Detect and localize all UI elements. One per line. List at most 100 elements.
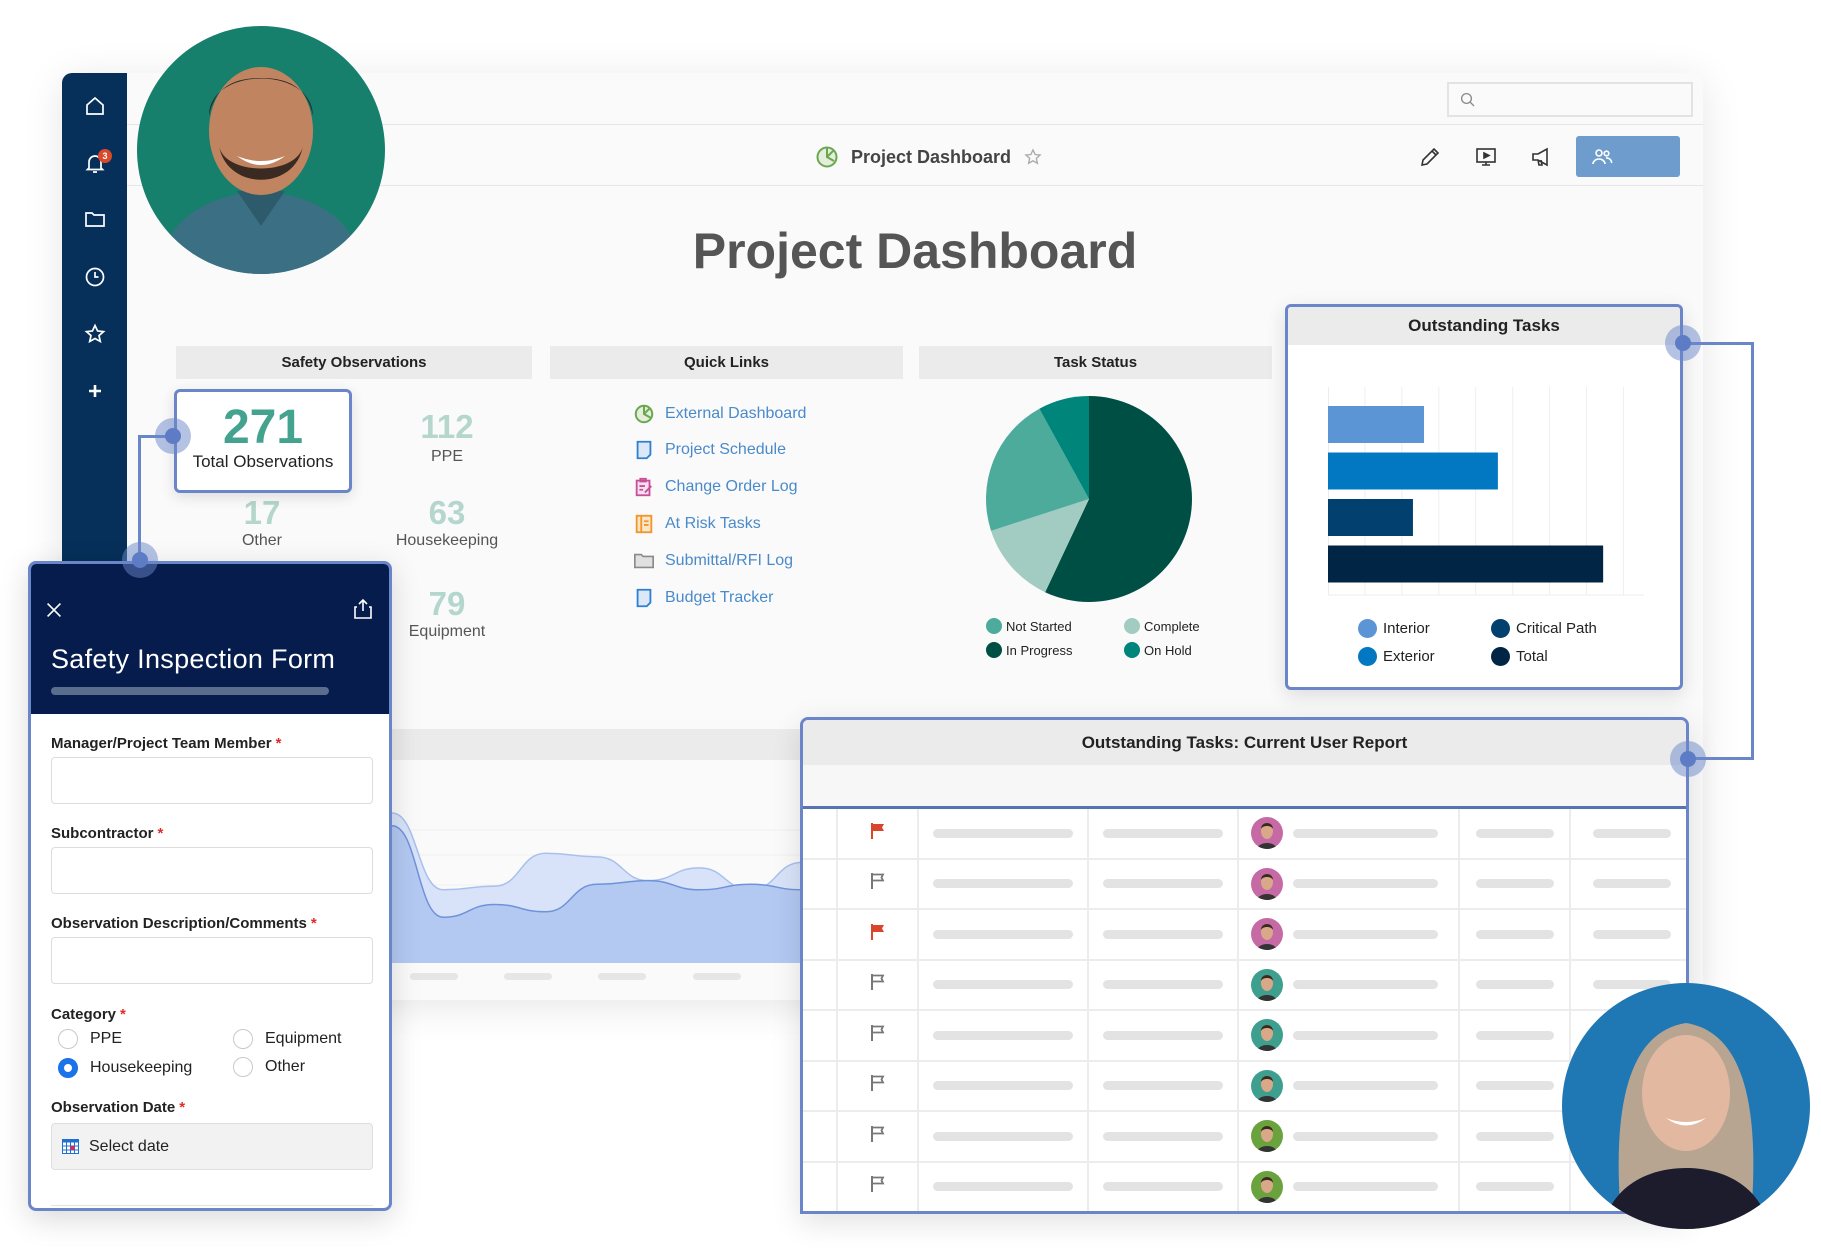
quick-link-at-risk-tasks[interactable]: At Risk Tasks [633,512,761,536]
field-label-subcontractor: Subcontractor * [51,825,163,842]
placeholder-text [1475,879,1554,889]
radio-other[interactable]: Other [233,1057,305,1077]
placeholder-text [1103,828,1223,838]
flag-filled-icon[interactable] [870,923,886,946]
table-row[interactable] [803,1061,1686,1112]
safety-inspection-form: Safety Inspection Form Manager/Project T… [28,561,392,1211]
sidebar-item-new[interactable] [62,371,127,411]
assignee-avatar [1251,968,1283,1001]
sidebar-item-favorites[interactable] [62,314,127,354]
assignee-avatar [1251,918,1283,951]
required-marker: * [310,915,317,932]
table-row[interactable] [803,859,1686,910]
current-user-report-panel[interactable]: Outstanding Tasks: Current User Report [800,717,1689,1214]
radio-circle[interactable] [58,1029,78,1049]
table-row[interactable] [803,910,1686,961]
sidebar-item-browse[interactable] [62,199,127,239]
manager-input[interactable] [51,757,373,804]
connector-dot [1670,741,1706,777]
page-title: Project Dashboard [692,223,1138,279]
x-tick-label [410,973,458,980]
report-column-header-row [803,765,1686,809]
table-row[interactable] [803,1162,1686,1211]
quick-link-budget-tracker[interactable]: Budget Tracker [633,586,774,610]
table-cell [1089,1011,1239,1060]
flag-outline-icon[interactable] [870,872,886,895]
share-icon[interactable] [351,597,375,621]
table-row[interactable] [803,1011,1686,1062]
bar-interior[interactable] [1328,406,1425,443]
placeholder-text [933,879,1073,889]
legend-in-progress: In Progress [986,642,1072,658]
folder-icon [84,212,105,227]
placeholder-text [1103,929,1223,939]
table-cell [803,910,838,959]
table-cell [1460,1061,1571,1110]
placeholder-text [1475,929,1554,939]
quick-link-external-dashboard[interactable]: External Dashboard [633,402,806,426]
radio-circle-selected[interactable] [58,1058,78,1078]
subcontractor-input[interactable] [51,847,373,894]
date-picker[interactable]: Select date [51,1123,373,1170]
sidebar-item-home[interactable] [62,86,127,126]
radio-label: Other [265,1058,306,1075]
table-cell [803,1061,838,1110]
announce-button[interactable] [1524,140,1558,174]
table-cell [1239,1061,1460,1110]
bar-total[interactable] [1328,545,1604,583]
assignee-avatar [1251,1120,1283,1153]
edit-button[interactable] [1413,140,1447,174]
table-cell [803,809,838,858]
flag-outline-icon[interactable] [870,1074,886,1097]
legend-swatch [1124,618,1140,634]
x-tick-label [504,973,552,980]
sidebar-item-recents[interactable] [62,257,127,297]
flag-outline-icon[interactable] [870,1125,886,1148]
table-row[interactable] [803,1112,1686,1163]
flag-outline-icon[interactable] [870,973,886,996]
quick-link-label: Budget Tracker [665,589,774,606]
total-observations-value: 271 [222,401,304,454]
share-button[interactable] [1576,136,1680,177]
area-chart-axis-band [392,963,802,1000]
quick-link-label: Submittal/RFI Log [665,552,794,569]
clock-icon [85,267,104,287]
task-status-header: Task Status [919,346,1272,379]
sidebar-item-notifications[interactable]: 3 [62,143,127,183]
bar-exterior[interactable] [1328,452,1498,490]
flag-filled-icon[interactable] [870,822,886,845]
description-input[interactable] [51,937,373,984]
flag-outline-icon[interactable] [870,1175,886,1198]
legend-critical-path: Critical Path [1491,619,1597,638]
radio-housekeeping[interactable]: Housekeeping [58,1058,192,1078]
connector-dot [1665,325,1701,361]
table-row[interactable] [803,960,1686,1011]
bar-critical-path[interactable] [1328,499,1413,536]
placeholder-text [1103,980,1223,990]
total-observations-card[interactable]: 271 Total Observations [174,389,352,493]
outstanding-tasks-bar-chart [1328,387,1644,596]
table-cell [919,1011,1089,1060]
legend-swatch [1358,647,1377,666]
outstanding-tasks-panel[interactable]: Outstanding Tasks Interior Critical Path… [1285,304,1683,690]
radio-ppe[interactable]: PPE [58,1029,122,1049]
present-button[interactable] [1469,140,1503,174]
quick-link-change-order-log[interactable]: Change Order Log [633,475,798,499]
quick-link-project-schedule[interactable]: Project Schedule [633,438,786,462]
radio-equipment[interactable]: Equipment [233,1029,342,1049]
close-icon[interactable] [43,599,65,621]
flag-outline-icon[interactable] [870,1024,886,1047]
placeholder-text [1103,1182,1223,1192]
table-cell [1089,1061,1239,1110]
table-cell [919,960,1089,1009]
search-box[interactable] [1447,82,1693,117]
radio-circle[interactable] [233,1029,253,1049]
radio-circle[interactable] [233,1057,253,1077]
dashboard-pie-icon [816,146,838,168]
table-row[interactable] [803,809,1686,860]
search-input[interactable] [1483,91,1691,108]
star-outline-icon[interactable] [1023,147,1043,167]
table-cell [838,960,919,1009]
quick-link-submittal-rfi-log[interactable]: Submittal/RFI Log [633,549,793,573]
table-cell [838,910,919,959]
